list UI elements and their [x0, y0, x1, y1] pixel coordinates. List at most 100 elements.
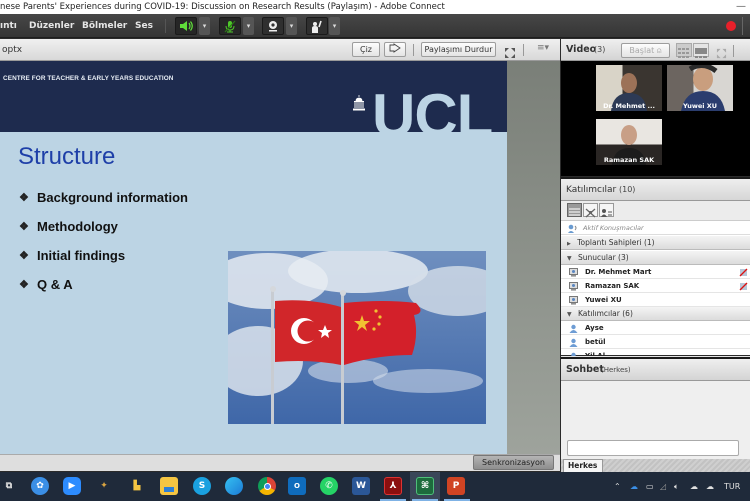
grid-view-icon	[678, 48, 689, 58]
collapse-arrow-icon: ▶	[567, 241, 571, 247]
presenter-icon	[569, 282, 578, 291]
raise-hand-icon	[312, 20, 322, 33]
list-view-icon	[569, 208, 580, 219]
video-participant-name: Yuwei XU	[682, 102, 718, 110]
attendee-row[interactable]: Yuwei XU	[561, 293, 750, 307]
menu-bar: ıntı Düzenler Bölmeler Ses ▾ ▾ ▾ ▾	[0, 14, 750, 38]
chat-message-input[interactable]	[567, 440, 739, 456]
diamond-bullet-icon: ❖	[19, 250, 29, 262]
attendee-row[interactable]: betül	[561, 335, 750, 349]
attendee-row[interactable]: Ayse	[561, 321, 750, 335]
attendee-name: Ayse	[585, 324, 604, 332]
onedrive-files-icon[interactable]: ▙	[128, 477, 146, 495]
raise-hand-dropdown[interactable]: ▾	[329, 17, 340, 35]
group-participants[interactable]: ▼ Katılımcılar (6)	[561, 307, 750, 321]
paint-tool-icon[interactable]: ✦	[95, 477, 113, 495]
edge-icon[interactable]	[225, 477, 243, 495]
microphone-dropdown[interactable]: ▾	[243, 17, 254, 35]
windows-taskbar: ⧉ ✿ ▶ ✦ ▙ S O ✆ W ⅄ ⌘ P ⌃ ☁ ▭ ◿ 🔈︎ ☁ ☁ T…	[0, 472, 750, 501]
zoom-icon[interactable]: ▶	[63, 477, 81, 495]
acrobat-icon[interactable]: ⅄	[384, 477, 402, 495]
slide-bullet: ❖ Methodology	[19, 219, 118, 234]
diamond-bullet-icon: ❖	[19, 221, 29, 233]
chat-scope: (Herkes)	[601, 366, 631, 374]
pointer-button[interactable]	[384, 42, 406, 57]
cloud-upload-icon[interactable]: ☁	[706, 472, 714, 501]
volume-icon[interactable]: 🔈︎	[674, 472, 679, 501]
attendee-row[interactable]: Ramazan SAK	[561, 279, 750, 293]
word-icon[interactable]: W	[352, 477, 370, 495]
attendee-name: betül	[585, 338, 606, 346]
app-blue-circle-icon[interactable]: ✿	[31, 477, 49, 495]
video-participant-name: Ramazan SAK	[603, 156, 655, 164]
raise-hand-button[interactable]	[306, 17, 328, 35]
sync-button[interactable]: Senkronizasyon	[473, 455, 554, 470]
speaker-dropdown[interactable]: ▾	[199, 17, 210, 35]
chrome-icon[interactable]	[258, 477, 276, 495]
pod-menu-icon[interactable]: ≡▾	[537, 43, 549, 53]
presentation-slide: CENTRE FOR TEACHER & EARLY YEARS EDUCATI…	[0, 61, 507, 454]
attendee-status-view-button[interactable]	[599, 203, 614, 217]
bullet-text: Background information	[37, 190, 188, 205]
video-fullscreen-button[interactable]	[716, 44, 727, 63]
whatsapp-icon[interactable]: ✆	[320, 477, 338, 495]
file-explorer-icon[interactable]	[160, 477, 178, 495]
slide-bullet: ❖ Q & A	[19, 277, 73, 292]
speaker-button[interactable]	[175, 17, 197, 35]
menu-separator	[742, 17, 743, 35]
menu-item-pods[interactable]: Bölmeler	[82, 14, 127, 38]
active-speakers-row: Aktif Konuşmacılar	[561, 222, 750, 235]
language-indicator[interactable]: TUR	[724, 472, 740, 501]
video-tile[interactable]: Ramazan SAK	[596, 119, 662, 165]
minimize-icon[interactable]: —	[736, 0, 746, 14]
adobe-connect-icon[interactable]: ⌘	[416, 477, 434, 495]
attendee-status-icon	[601, 209, 612, 217]
task-view-icon[interactable]: ⧉	[0, 477, 18, 495]
slide-title: Structure	[18, 143, 116, 170]
start-webcam-button[interactable]: Başlat ⍝	[621, 43, 670, 58]
show-hidden-icons-icon[interactable]: ⌃	[614, 472, 621, 501]
group-presenters[interactable]: ▼ Sunucular (3)	[561, 251, 750, 265]
breakout-view-button[interactable]	[583, 203, 598, 218]
cloud-upload-icon[interactable]: ☁	[690, 472, 698, 501]
attendee-name: Ramazan SAK	[585, 282, 640, 290]
chat-pod-title: Sohbet	[566, 364, 604, 375]
draw-button[interactable]: Çiz	[352, 42, 380, 57]
menu-item-layouts[interactable]: Düzenler	[29, 14, 74, 38]
bullet-text: Initial findings	[37, 248, 126, 263]
battery-icon[interactable]: ▭	[646, 472, 654, 501]
outlook-icon[interactable]: O	[288, 477, 306, 495]
video-participant-name: Dr. Mehmet ...	[603, 102, 655, 110]
attendee-name: Dr. Mehmet Mart	[585, 268, 652, 276]
attendee-row[interactable]: Yil Al	[561, 349, 750, 357]
slide-header-text: CENTRE FOR TEACHER & EARLY YEARS EDUCATI…	[3, 75, 174, 82]
microphone-disabled-icon	[739, 268, 748, 277]
participant-icon	[569, 324, 578, 333]
menu-item-meeting[interactable]: ıntı	[0, 14, 17, 38]
camera-button[interactable]	[262, 17, 284, 35]
group-hosts[interactable]: ▶ Toplantı Sahipleri (1)	[561, 236, 750, 250]
onedrive-tray-icon[interactable]: ☁	[630, 472, 638, 501]
diamond-bullet-icon: ❖	[19, 279, 29, 291]
group-label: Katılımcılar (6)	[578, 309, 633, 318]
powerpoint-icon[interactable]: P	[447, 477, 465, 495]
attendee-row[interactable]: Dr. Mehmet Mart	[561, 265, 750, 279]
video-tile[interactable]: Dr. Mehmet ...	[596, 65, 662, 111]
chat-tab-everyone[interactable]: Herkes	[563, 459, 603, 473]
slide-bullet: ❖ Background information	[19, 190, 188, 205]
network-icon[interactable]: ◿	[660, 472, 666, 501]
camera-dropdown[interactable]: ▾	[286, 17, 297, 35]
list-view-button[interactable]	[567, 203, 582, 219]
microphone-button[interactable]	[219, 17, 241, 35]
stop-sharing-button[interactable]: Paylaşımı Durdur	[421, 42, 496, 57]
video-count: (3)	[594, 45, 606, 54]
menu-item-audio[interactable]: Ses	[135, 14, 153, 38]
video-tile[interactable]: Yuwei XU	[667, 65, 733, 111]
filmstrip-view-button[interactable]	[693, 43, 709, 58]
grid-view-button[interactable]	[676, 43, 692, 58]
skype-icon[interactable]: S	[193, 477, 211, 495]
flagpole	[341, 293, 344, 424]
recording-indicator-icon[interactable]	[726, 21, 736, 31]
window-title: nese Parents' Experiences during COVID-1…	[0, 2, 445, 12]
menu-separator	[165, 19, 166, 33]
